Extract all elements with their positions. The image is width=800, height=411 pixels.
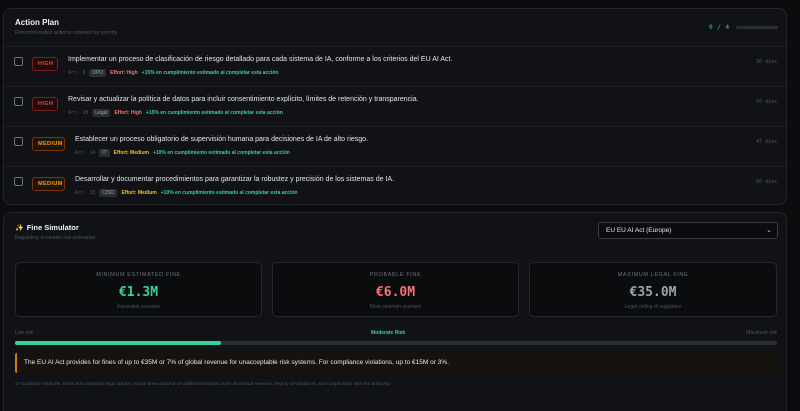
owner-tag: IT — [99, 149, 110, 157]
action-item-meta: Art. 14 IT Effort: Medium +10% en cumpli… — [75, 149, 290, 157]
deadline-days: 30 días — [756, 59, 778, 65]
action-item-title: Revisar y actualizar la política de dato… — [68, 96, 419, 103]
card-label: MAXIMUM LEGAL FINE — [617, 272, 689, 278]
effort-label: Effort: High — [114, 110, 142, 116]
action-item-title: Implementar un proceso de clasificación … — [68, 56, 453, 63]
action-plan-progress-bar — [736, 26, 778, 29]
owner-tag: DPO — [89, 69, 107, 77]
action-item-checkbox[interactable] — [14, 97, 23, 106]
article-ref: Art. 15 — [75, 190, 96, 196]
action-item-title: Desarrollar y documentar procedimientos … — [75, 176, 395, 183]
action-plan-subtitle: Recommended actions ordered by priority — [15, 30, 118, 36]
card-value: €35.0M — [629, 285, 677, 300]
action-item-title: Establecer un proceso obligatorio de sup… — [75, 136, 369, 143]
regulation-select-value: EU EU AI Act (Europe) — [606, 227, 672, 234]
deadline-days: 60 días — [756, 179, 778, 185]
risk-level-fill — [15, 341, 221, 345]
severity-badge: MEDIUM — [32, 177, 65, 191]
risk-range-labels: Low risk Moderate Risk Maximum risk — [15, 330, 777, 338]
impact-label: +10% en cumplimiento estimado al complet… — [152, 150, 290, 156]
risk-low-label: Low risk — [15, 330, 34, 336]
effort-label: Effort: Medium — [121, 190, 157, 196]
impact-label: +10% en cumplimiento estimado al complet… — [160, 190, 298, 196]
fine-simulator-panel: ✨ Fine Simulator Regulatory economic ris… — [3, 212, 787, 411]
owner-tag: CISO — [99, 189, 118, 197]
action-plan-panel: Action Plan Recommended actions ordered … — [3, 8, 787, 205]
sparkle-icon: ✨ — [15, 224, 24, 232]
risk-current-label: Moderate Risk — [371, 330, 406, 336]
action-plan-header: Action Plan Recommended actions ordered … — [15, 18, 117, 36]
regulation-select[interactable]: EU EU AI Act (Europe) ⌄ — [598, 222, 778, 239]
card-label: PROBABLE FINE — [369, 272, 422, 278]
deadline-days: 47 días — [756, 139, 778, 145]
min-fine-card: MINIMUM ESTIMATED FINE €1.3M Favorable s… — [15, 262, 262, 317]
effort-label: Effort: High — [110, 70, 138, 76]
disclaimer-text: ⊙ Guidance estimate. Does not constitute… — [15, 382, 391, 387]
fine-simulator-subtitle: Regulatory economic risk estimation — [15, 235, 96, 241]
chevron-down-icon: ⌄ — [766, 227, 772, 234]
card-label: MINIMUM ESTIMATED FINE — [96, 272, 181, 278]
action-item-meta: Art. 15 CISO Effort: Medium +10% en cump… — [75, 189, 298, 197]
card-note: Most common scenario — [369, 304, 422, 310]
severity-badge: HIGH — [32, 57, 58, 71]
effort-label: Effort: Medium — [113, 150, 149, 156]
fine-simulator-header: ✨ Fine Simulator Regulatory economic ris… — [15, 223, 95, 241]
probable-fine-card: PROBABLE FINE €6.0M Most common scenario — [272, 262, 519, 317]
action-item: MEDIUM Desarrollar y documentar procedim… — [4, 166, 786, 206]
action-item-checkbox[interactable] — [14, 57, 23, 66]
risk-max-label: Maximum risk — [746, 330, 777, 336]
deadline-days: 45 días — [756, 99, 778, 105]
action-item: MEDIUM Establecer un proceso obligatorio… — [4, 126, 786, 166]
card-value: €6.0M — [375, 285, 416, 300]
action-item-checkbox[interactable] — [14, 137, 23, 146]
card-value: €1.3M — [118, 285, 159, 300]
article-ref: Art. 6 — [68, 70, 86, 76]
owner-tag: Legal — [92, 109, 111, 117]
action-item-meta: Art. 10 Legal Effort: High +15% en cumpl… — [68, 109, 283, 117]
severity-badge: MEDIUM — [32, 137, 65, 151]
impact-label: +15% en cumplimiento estimado al complet… — [145, 110, 283, 116]
action-item-meta: Art. 6 DPO Effort: High +15% en cumplimi… — [68, 69, 279, 77]
risk-level-bar — [15, 341, 777, 345]
article-ref: Art. 10 — [68, 110, 89, 116]
action-item: HIGH Revisar y actualizar la política de… — [4, 86, 786, 126]
fine-simulator-title: Fine Simulator — [26, 223, 79, 232]
action-plan-title: Action Plan — [15, 18, 60, 27]
action-item: HIGH Implementar un proceso de clasifica… — [4, 46, 786, 86]
regulation-info-note: The EU AI Act provides for fines of up t… — [15, 353, 777, 373]
impact-label: +15% en cumplimiento estimado al complet… — [141, 70, 279, 76]
action-plan-count: 0 / 4 — [709, 24, 730, 31]
card-note: Favorable scenario — [117, 304, 160, 310]
max-fine-card: MAXIMUM LEGAL FINE €35.0M Legal ceiling … — [529, 262, 777, 317]
article-ref: Art. 14 — [75, 150, 96, 156]
action-item-checkbox[interactable] — [14, 177, 23, 186]
severity-badge: HIGH — [32, 97, 58, 111]
card-note: Legal ceiling of regulation — [624, 304, 682, 310]
